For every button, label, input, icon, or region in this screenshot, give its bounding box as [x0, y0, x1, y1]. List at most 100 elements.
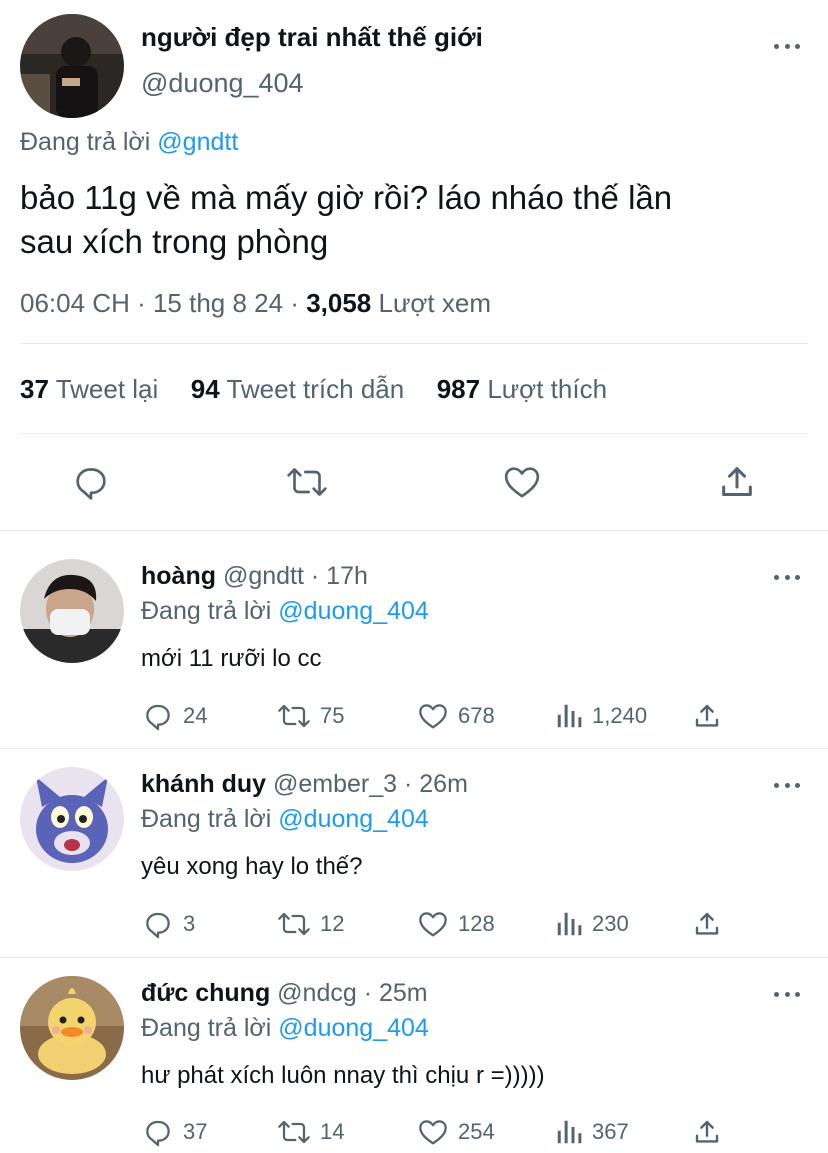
- like-action[interactable]: 128: [416, 908, 495, 940]
- share-action[interactable]: [692, 1116, 730, 1148]
- retweet-action[interactable]: 12: [276, 908, 344, 940]
- retweet-icon[interactable]: [285, 462, 329, 502]
- replying-to-link[interactable]: @duong_404: [278, 597, 429, 625]
- view-count: 230: [592, 911, 629, 936]
- reply-icon[interactable]: [71, 462, 111, 502]
- reply-time[interactable]: · 26m: [404, 770, 468, 798]
- reply-author-name[interactable]: đức chung: [141, 979, 270, 1007]
- quotes-count: 94: [190, 374, 220, 404]
- likes-stat[interactable]: 987 Lượt thích: [437, 374, 607, 404]
- replying-to-line: Đang trả lời @gndtt: [20, 128, 238, 157]
- retweet-action[interactable]: 75: [276, 700, 344, 732]
- more-icon[interactable]: [774, 42, 800, 50]
- reply-text: mới 11 rưỡi lo cc: [141, 645, 322, 672]
- reply-header: hoàng @gndtt · 17h: [141, 562, 368, 591]
- author-display-name[interactable]: người đẹp trai nhất thế giới: [141, 22, 483, 53]
- more-icon[interactable]: [774, 573, 800, 581]
- likes-label: Lượt thích: [487, 374, 608, 404]
- reply-author-name[interactable]: khánh duy: [141, 770, 266, 798]
- like-action[interactable]: 254: [416, 1116, 495, 1148]
- views-count: 3,058: [306, 288, 372, 318]
- tweet-timestamp[interactable]: 06:04 CH · 15 thg 8 24 ·: [20, 288, 299, 318]
- more-icon[interactable]: [774, 781, 800, 789]
- like-action[interactable]: 678: [416, 700, 495, 732]
- views-icon: [557, 1120, 582, 1144]
- replying-label: Đang trả lời: [141, 805, 272, 833]
- reply-avatar[interactable]: [20, 976, 124, 1080]
- reply-icon: [146, 1120, 170, 1147]
- retweet-icon: [278, 912, 310, 936]
- share-action[interactable]: [692, 700, 730, 732]
- reply-time[interactable]: · 25m: [364, 979, 428, 1007]
- views-action[interactable]: 1,240: [554, 700, 647, 732]
- retweets-count: 37: [20, 374, 49, 404]
- author-avatar[interactable]: [20, 14, 124, 118]
- reply-header: khánh duy @ember_3 · 26m: [141, 770, 468, 799]
- tweet-text: bảo 11g về mà mấy giờ rồi? láo nháo thế …: [20, 176, 810, 264]
- replying-to-link[interactable]: @duong_404: [278, 1014, 429, 1042]
- tweet-text-line1: bảo 11g về mà mấy giờ rồi? láo nháo thế …: [20, 179, 673, 216]
- view-count: 1,240: [592, 703, 648, 728]
- quotes-label: Tweet trích dẫn: [226, 374, 405, 404]
- retweet-count: 75: [320, 703, 345, 728]
- views-label: Lượt xem: [378, 288, 491, 318]
- divider: [20, 343, 808, 344]
- like-count: 254: [458, 1119, 495, 1144]
- reply-avatar[interactable]: [20, 767, 124, 871]
- views-icon: [557, 704, 582, 728]
- share-icon: [695, 704, 719, 727]
- like-count: 128: [458, 911, 495, 936]
- reply-author-handle[interactable]: @ndcg: [277, 979, 357, 1007]
- author-handle[interactable]: @duong_404: [141, 68, 304, 99]
- replying-label: Đang trả lời: [20, 128, 151, 156]
- replying-to-line: Đang trả lời @duong_404: [141, 1014, 429, 1043]
- replying-to-link[interactable]: @duong_404: [278, 805, 429, 833]
- reply-count: 37: [183, 1119, 208, 1144]
- views-action[interactable]: 367: [554, 1116, 629, 1148]
- tweet-meta: 06:04 CH · 15 thg 8 24 · 3,058 Lượt xem: [20, 288, 491, 319]
- replying-to-line: Đang trả lời @duong_404: [141, 597, 429, 626]
- divider: [20, 433, 808, 434]
- reply-text: hư phát xích luôn nnay thì chịu r =))))): [141, 1062, 545, 1089]
- reply-count: 3: [183, 911, 196, 936]
- reply-avatar[interactable]: [20, 559, 124, 663]
- quotes-stat[interactable]: 94 Tweet trích dẫn: [191, 374, 404, 404]
- like-icon[interactable]: [501, 462, 543, 502]
- reply-icon: [146, 912, 170, 939]
- views-action[interactable]: 230: [554, 908, 629, 940]
- reply-count: 24: [183, 703, 208, 728]
- tweet-text-line2: sau xích trong phòng: [20, 223, 329, 260]
- reply-action[interactable]: 37: [141, 1116, 207, 1148]
- replying-to-line: Đang trả lời @duong_404: [141, 805, 429, 834]
- share-icon: [695, 912, 719, 935]
- reply-author-name[interactable]: hoàng: [141, 562, 216, 590]
- retweet-icon: [278, 704, 310, 728]
- reply-action[interactable]: 24: [141, 700, 207, 732]
- reply-action[interactable]: 3: [141, 908, 195, 940]
- retweets-stat[interactable]: 37 Tweet lại: [20, 374, 158, 404]
- share-icon[interactable]: [717, 462, 757, 502]
- divider: [0, 530, 828, 531]
- reply-header: đức chung @ndcg · 25m: [141, 979, 428, 1008]
- like-icon: [419, 1120, 447, 1145]
- replying-label: Đang trả lời: [141, 597, 272, 625]
- more-icon[interactable]: [774, 990, 800, 998]
- like-count: 678: [458, 703, 495, 728]
- divider: [0, 957, 828, 958]
- divider: [0, 748, 828, 749]
- reply-text: yêu xong hay lo thế?: [141, 853, 363, 880]
- retweet-icon: [278, 1120, 310, 1144]
- like-icon: [419, 704, 447, 729]
- reply-author-handle[interactable]: @ember_3: [273, 770, 397, 798]
- views-icon: [557, 912, 582, 936]
- reply-time[interactable]: · 17h: [311, 562, 368, 590]
- reply-author-handle[interactable]: @gndtt: [223, 562, 304, 590]
- replying-to-link[interactable]: @gndtt: [157, 128, 238, 156]
- engagement-stats: 37 Tweet lại 94 Tweet trích dẫn 987 Lượt…: [20, 374, 607, 405]
- retweet-count: 14: [320, 1119, 345, 1144]
- reply-icon: [146, 704, 170, 731]
- retweet-count: 12: [320, 911, 345, 936]
- retweet-action[interactable]: 14: [276, 1116, 344, 1148]
- retweets-label: Tweet lại: [55, 374, 159, 404]
- share-action[interactable]: [692, 908, 730, 940]
